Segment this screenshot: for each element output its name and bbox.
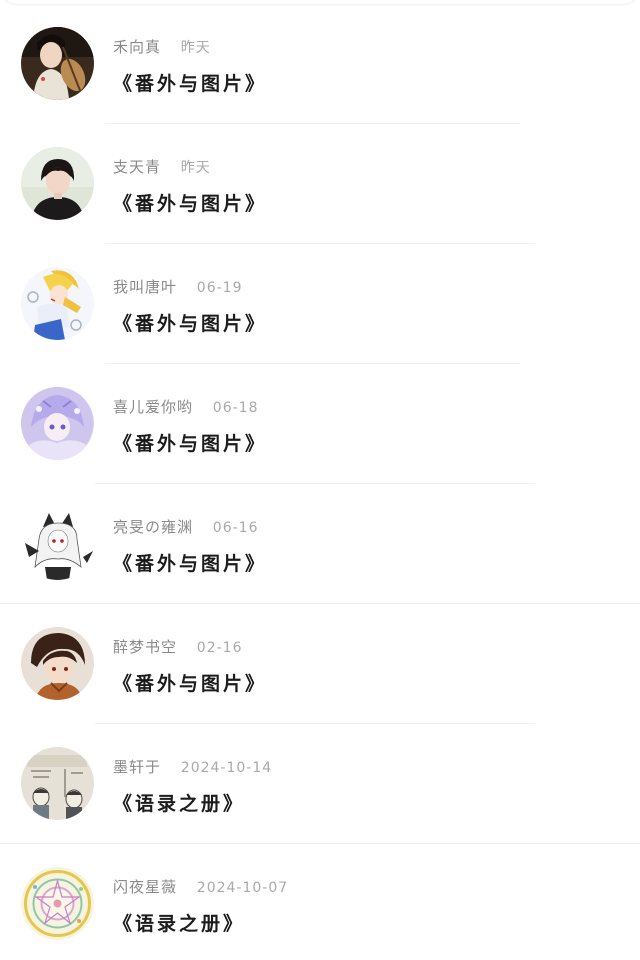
magic-circle-avatar [21,867,94,940]
comment-meta: 禾向真 昨天 [113,36,211,58]
user-avatar[interactable] [21,387,94,460]
comment-list: 禾向真 昨天 《番外与图片》 支天青 昨天 《番外与图片》 我叫唐叶 06-19… [0,0,640,948]
comment-item[interactable]: 闪夜星薇 2024-10-07 《语录之册》 [0,840,640,960]
anime-boy-brown-hair-avatar [21,627,94,700]
comment-time: 06-18 [212,400,259,416]
comment-time: 2024-10-14 [180,760,273,776]
woman-with-pipa-avatar [21,27,94,100]
username[interactable]: 禾向真 [113,38,161,56]
user-avatar[interactable] [21,147,94,220]
anime-girl-blonde-avatar [21,267,94,340]
comment-meta: 醉梦书空 02-16 [113,636,242,658]
comment-time: 02-16 [196,640,243,656]
comment-item[interactable]: 我叫唐叶 06-19 《番外与图片》 [0,240,640,364]
comment-time: 昨天 [180,160,211,176]
comment-item[interactable]: 喜儿爱你哟 06-18 《番外与图片》 [0,360,640,484]
anime-girl-purple-avatar [21,387,94,460]
book-title[interactable]: 《番外与图片》 [113,189,267,216]
comment-meta: 闪夜星薇 2024-10-07 [113,876,288,898]
comment-time: 昨天 [180,40,211,56]
username[interactable]: 喜儿爱你哟 [113,398,193,416]
comment-time: 06-16 [212,520,259,536]
book-title[interactable]: 《语录之册》 [113,909,245,936]
book-title[interactable]: 《番外与图片》 [113,429,267,456]
user-avatar[interactable] [21,27,94,100]
sketch-characters-avatar [21,747,94,820]
user-avatar[interactable] [21,627,94,700]
book-title[interactable]: 《番外与图片》 [113,69,267,96]
anime-catgirl-monochrome-avatar [21,507,94,580]
username[interactable]: 闪夜星薇 [113,878,177,896]
username[interactable]: 亮旻の雍渊 [113,518,193,536]
username[interactable]: 墨轩于 [113,758,161,776]
comment-meta: 支天青 昨天 [113,156,211,178]
user-avatar[interactable] [21,747,94,820]
comment-meta: 亮旻の雍渊 06-16 [113,516,258,538]
comment-item[interactable]: 禾向真 昨天 《番外与图片》 [0,0,640,124]
username[interactable]: 醉梦书空 [113,638,177,656]
comment-meta: 墨轩于 2024-10-14 [113,756,272,778]
book-title[interactable]: 《番外与图片》 [113,549,267,576]
user-avatar[interactable] [21,267,94,340]
comment-time: 2024-10-07 [196,880,289,896]
comment-item[interactable]: 亮旻の雍渊 06-16 《番外与图片》 [0,480,640,604]
user-avatar[interactable] [21,867,94,940]
book-title[interactable]: 《番外与图片》 [113,309,267,336]
book-title[interactable]: 《语录之册》 [113,789,245,816]
username[interactable]: 支天青 [113,158,161,176]
comment-meta: 我叫唐叶 06-19 [113,276,242,298]
comment-time: 06-19 [196,280,243,296]
book-title[interactable]: 《番外与图片》 [113,669,267,696]
comment-item[interactable]: 墨轩于 2024-10-14 《语录之册》 [0,720,640,844]
user-avatar[interactable] [21,507,94,580]
comment-item[interactable]: 支天青 昨天 《番外与图片》 [0,120,640,244]
username[interactable]: 我叫唐叶 [113,278,177,296]
comment-meta: 喜儿爱你哟 06-18 [113,396,258,418]
comment-item[interactable]: 醉梦书空 02-16 《番外与图片》 [0,600,640,724]
woman-photo-avatar [21,147,94,220]
